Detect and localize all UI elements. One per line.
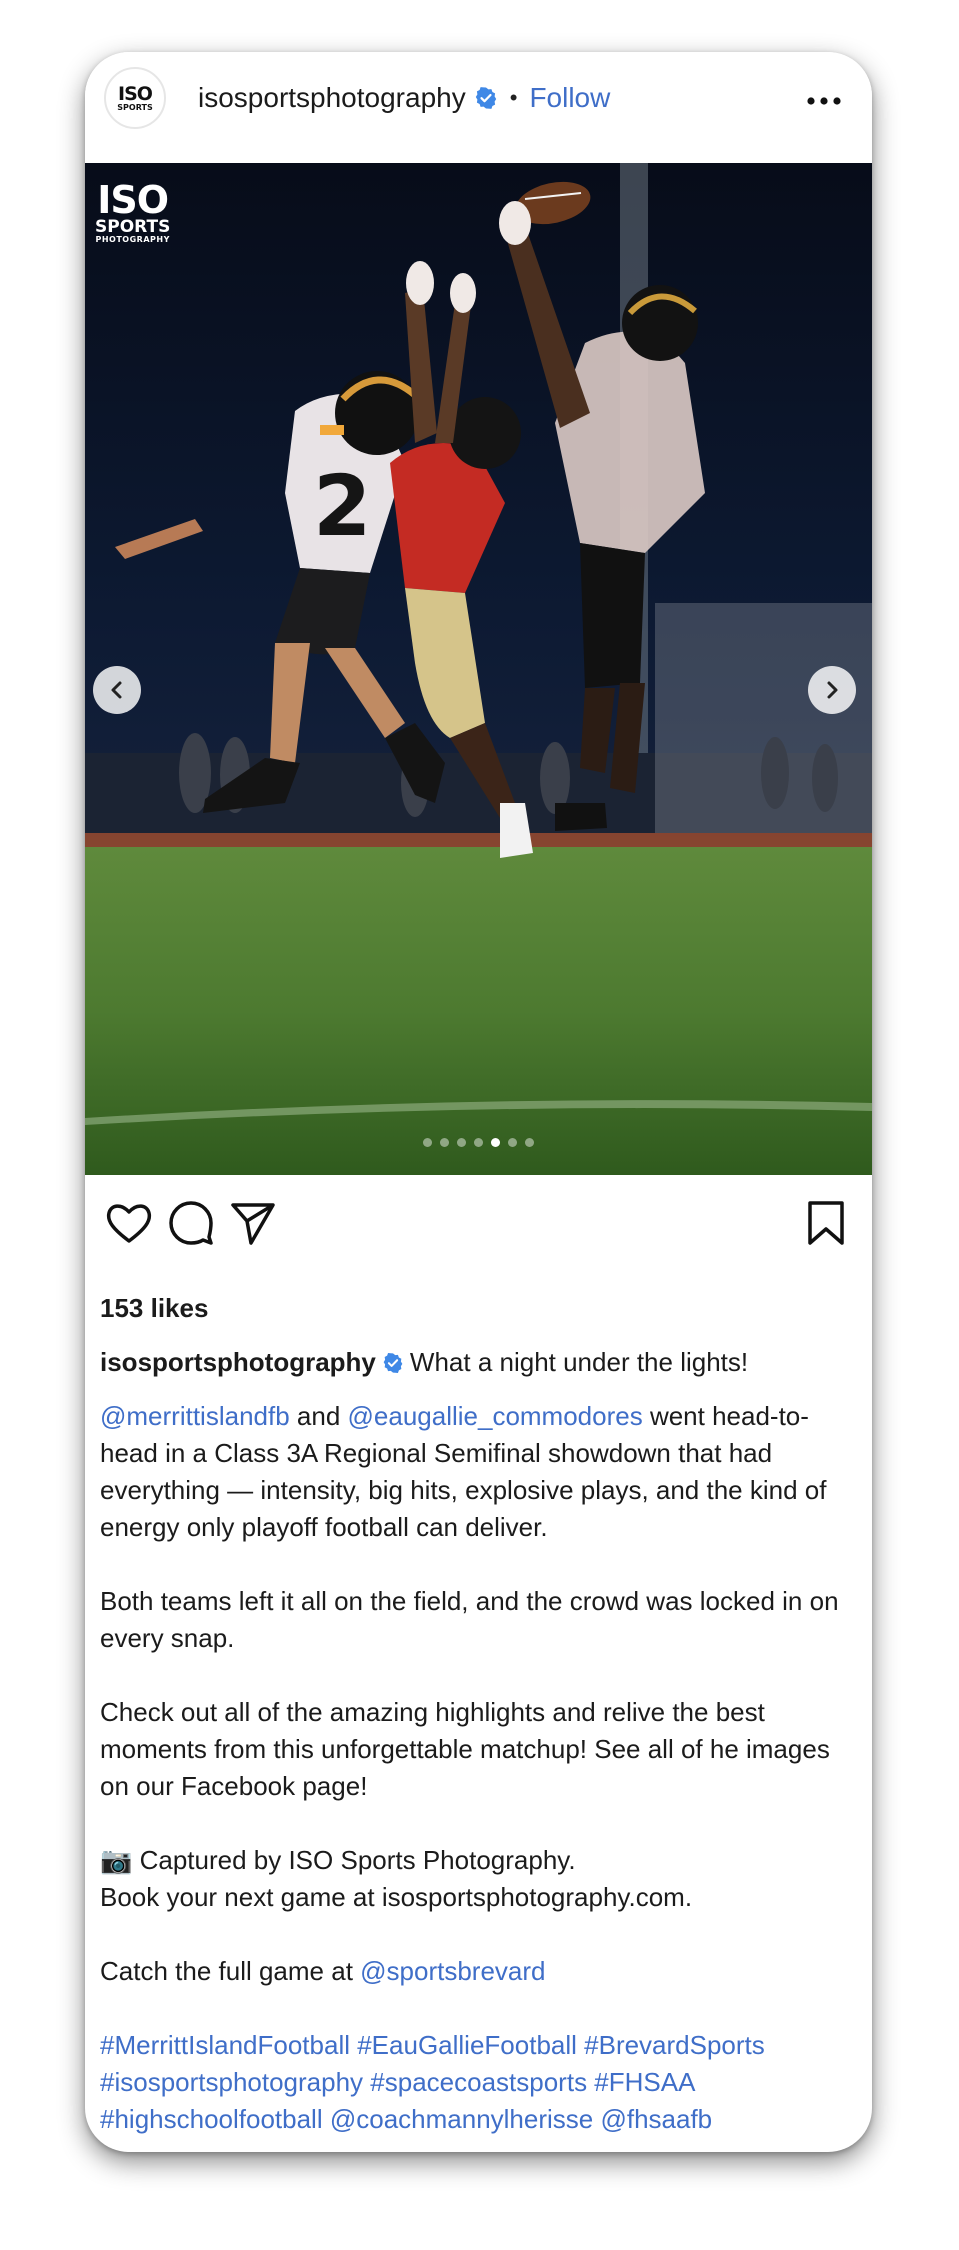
carousel-dot	[457, 1138, 466, 1147]
watermark-photography-text: PHOTOGRAPHY	[95, 235, 170, 244]
carousel-indicator	[85, 1138, 872, 1147]
caption-paragraph-1: @merrittislandfb and @eaugallie_commodor…	[100, 1398, 860, 1546]
instagram-post-card: ISO SPORTS isosportsphotography • Follow	[85, 52, 872, 2152]
likes-count[interactable]: 153 likes	[100, 1290, 860, 1327]
caption-credit-line: 📷 Captured by ISO Sports Photography.	[100, 1845, 576, 1875]
mention-sportsbrevard[interactable]: @sportsbrevard	[360, 1956, 545, 1986]
chevron-left-icon	[111, 681, 122, 699]
bookmark-icon[interactable]	[800, 1197, 852, 1249]
carousel-dot	[423, 1138, 432, 1147]
carousel-next-button[interactable]	[808, 666, 856, 714]
football-catch-image: 2	[85, 163, 872, 1175]
follow-button[interactable]: Follow	[529, 82, 610, 114]
carousel-prev-button[interactable]	[93, 666, 141, 714]
verified-badge-icon	[475, 87, 496, 109]
carousel-dot	[525, 1138, 534, 1147]
avatar-logo-text: ISO	[118, 82, 153, 105]
username-link[interactable]: isosportsphotography	[198, 82, 466, 114]
mention-merrittislandfb[interactable]: @merrittislandfb	[100, 1401, 290, 1431]
caption-headline: What a night under the lights!	[409, 1347, 749, 1377]
caption-paragraph-2: Both teams left it all on the field, and…	[100, 1586, 846, 1653]
watermark-sports-text: SPORTS	[95, 217, 171, 237]
chevron-right-icon	[827, 681, 838, 699]
caption-and-word: and	[289, 1401, 348, 1431]
post-header: ISO SPORTS isosportsphotography • Follow	[85, 52, 872, 163]
watermark-iso-text: ISO	[97, 178, 169, 222]
more-icon[interactable]	[806, 96, 842, 106]
watermark-logo: ISO SPORTS PHOTOGRAPHY	[95, 181, 170, 244]
separator-dot: •	[509, 85, 518, 110]
post-content: 153 likes isosportsphotography What a ni…	[100, 1290, 860, 2152]
verified-badge-icon	[383, 1353, 403, 1373]
account-info: isosportsphotography • Follow	[198, 82, 610, 114]
caption-paragraph-4: 📷 Captured by ISO Sports Photography. Boo…	[100, 1842, 860, 1916]
caption-hashtags[interactable]: #MerrittIslandFootball #EauGallieFootbal…	[100, 2027, 860, 2138]
caption-paragraph-5-text: Catch the full game at	[100, 1956, 361, 1986]
avatar[interactable]: ISO SPORTS	[104, 67, 166, 129]
comment-icon[interactable]	[165, 1197, 217, 1249]
heart-icon[interactable]	[103, 1197, 155, 1249]
carousel-dot	[491, 1138, 500, 1147]
svg-text:2: 2	[313, 457, 371, 555]
carousel-dot	[508, 1138, 517, 1147]
caption-booking-line: Book your next game at isosportsphotogra…	[100, 1882, 693, 1912]
caption-paragraph-3: Check out all of the amazing highlights …	[100, 1697, 838, 1801]
avatar-logo-subtext: SPORTS	[117, 102, 153, 112]
action-bar	[85, 1182, 872, 1272]
mention-eaugallie-commodores[interactable]: @eaugallie_commodores	[348, 1401, 643, 1431]
carousel-dot	[440, 1138, 449, 1147]
caption-username[interactable]: isosportsphotography	[100, 1347, 376, 1377]
caption-paragraph-5: Catch the full game at @sportsbrevard	[100, 1953, 860, 1990]
post-photo[interactable]: 2 ISO SPORTS PHOTOGRAPHY	[85, 163, 872, 1175]
carousel-dot	[474, 1138, 483, 1147]
share-icon[interactable]	[227, 1197, 279, 1249]
caption-header: isosportsphotography What a night under …	[100, 1344, 860, 1381]
